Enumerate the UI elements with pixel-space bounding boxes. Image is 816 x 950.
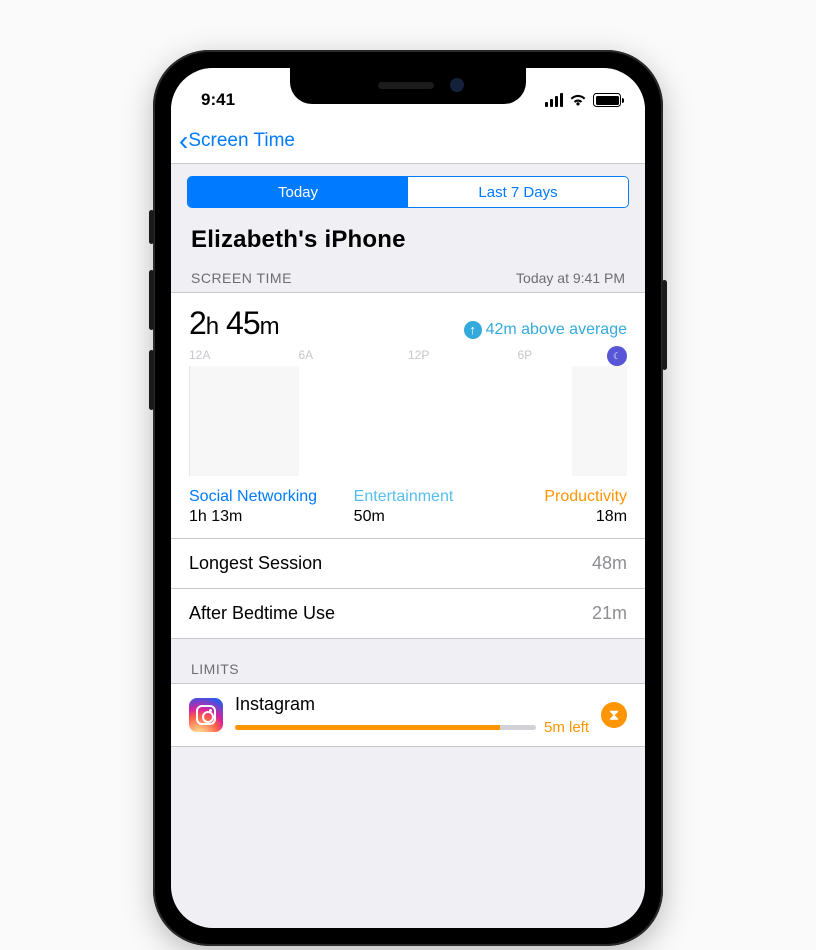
hourglass-icon: ⧗ bbox=[601, 702, 627, 728]
category-productivity: Productivity 18m bbox=[490, 488, 627, 526]
time-range-segmented-control: Today Last 7 Days bbox=[187, 176, 629, 208]
row-label: After Bedtime Use bbox=[189, 603, 335, 624]
back-label: Screen Time bbox=[188, 130, 295, 152]
status-time: 9:41 bbox=[201, 90, 235, 110]
limit-remaining: 5m left bbox=[544, 719, 589, 736]
longest-session-row[interactable]: Longest Session 48m bbox=[171, 538, 645, 588]
volume-up bbox=[149, 270, 154, 330]
limit-row-instagram[interactable]: Instagram 5m left ⧗ bbox=[171, 683, 645, 747]
segment-last-7-days[interactable]: Last 7 Days bbox=[408, 177, 628, 207]
notch bbox=[290, 68, 526, 104]
after-bedtime-row[interactable]: After Bedtime Use 21m bbox=[171, 588, 645, 638]
axis-label: 6P bbox=[518, 348, 533, 362]
wifi-icon bbox=[569, 93, 587, 107]
screen-time-card[interactable]: 2h 45m ↑ 42m above average 12A 6A 12P 6P bbox=[171, 292, 645, 639]
section-label: SCREEN TIME bbox=[191, 270, 292, 286]
limit-app-name: Instagram bbox=[235, 694, 589, 715]
power-button bbox=[662, 280, 667, 370]
segment-today[interactable]: Today bbox=[188, 177, 408, 207]
usage-chart: 12A 6A 12P 6P ☾ bbox=[189, 348, 627, 476]
bedtime-icon: ☾ bbox=[607, 346, 627, 366]
category-entertainment: Entertainment 50m bbox=[326, 488, 491, 526]
arrow-up-icon: ↑ bbox=[464, 321, 482, 339]
above-average-indicator: ↑ 42m above average bbox=[464, 321, 627, 339]
device-title: Elizabeth's iPhone bbox=[191, 226, 625, 254]
phone-frame: 9:41 ‹ Screen Time Today Last 7 Days Eli… bbox=[153, 50, 663, 946]
battery-icon bbox=[593, 93, 621, 107]
mute-switch bbox=[149, 210, 154, 244]
instagram-icon bbox=[189, 698, 223, 732]
screen: 9:41 ‹ Screen Time Today Last 7 Days Eli… bbox=[171, 68, 645, 928]
limits-section-header: LIMITS bbox=[187, 639, 629, 683]
chevron-left-icon: ‹ bbox=[179, 127, 188, 155]
category-breakdown: Social Networking 1h 13m Entertainment 5… bbox=[189, 488, 627, 526]
back-button[interactable]: ‹ Screen Time bbox=[179, 127, 295, 155]
total-screen-time: 2h 45m bbox=[189, 305, 279, 342]
row-label: Longest Session bbox=[189, 553, 322, 574]
row-value: 21m bbox=[592, 603, 627, 624]
row-value: 48m bbox=[592, 553, 627, 574]
volume-down bbox=[149, 350, 154, 410]
axis-label: 6A bbox=[299, 348, 314, 362]
category-social: Social Networking 1h 13m bbox=[189, 488, 326, 526]
screen-time-section-header: SCREEN TIME Today at 9:41 PM bbox=[187, 270, 629, 292]
section-timestamp: Today at 9:41 PM bbox=[516, 270, 625, 286]
nav-bar: ‹ Screen Time bbox=[171, 118, 645, 164]
axis-label: 12A bbox=[189, 348, 210, 362]
limit-progress-bar bbox=[235, 725, 536, 730]
axis-label: 12P bbox=[408, 348, 429, 362]
cellular-icon bbox=[545, 93, 564, 107]
